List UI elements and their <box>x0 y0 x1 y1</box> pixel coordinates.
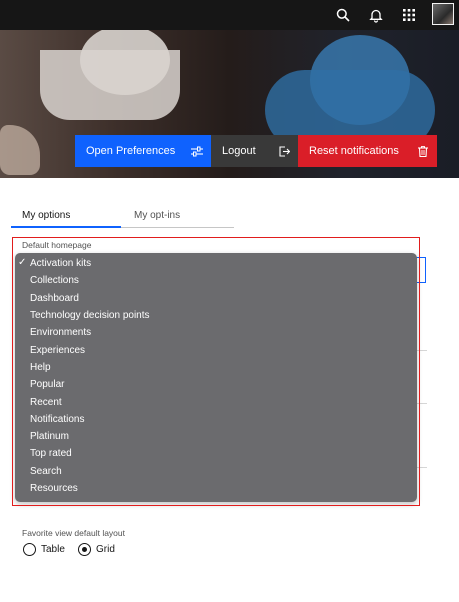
cloud-decoration <box>40 50 180 120</box>
notification-icon[interactable] <box>361 0 391 30</box>
radio-table-label: Table <box>41 544 65 555</box>
radio-grid[interactable] <box>78 543 91 556</box>
open-preferences-button[interactable]: Open Preferences <box>75 135 211 167</box>
logout-icon <box>270 145 298 157</box>
favorite-layout-label: Favorite view default layout <box>22 528 125 538</box>
settings-adjust-icon <box>183 146 211 157</box>
tab-my-options[interactable]: My options <box>11 206 121 228</box>
logout-label: Logout <box>222 145 256 157</box>
reset-notifications-button[interactable]: Reset notifications <box>298 135 437 167</box>
top-header-bar <box>0 0 459 30</box>
radio-grid-label: Grid <box>96 544 115 555</box>
app-switcher-icon[interactable] <box>394 0 424 30</box>
reset-notifications-label: Reset notifications <box>309 145 399 157</box>
trash-icon <box>409 145 437 157</box>
radio-table[interactable] <box>23 543 36 556</box>
hand-decoration <box>0 125 40 175</box>
logout-button[interactable]: Logout <box>211 135 298 167</box>
open-preferences-label: Open Preferences <box>86 145 176 157</box>
tab-my-opt-ins[interactable]: My opt-ins <box>121 206 234 228</box>
user-avatar[interactable] <box>432 3 454 25</box>
search-icon[interactable] <box>328 0 358 30</box>
highlight-frame <box>12 237 420 506</box>
